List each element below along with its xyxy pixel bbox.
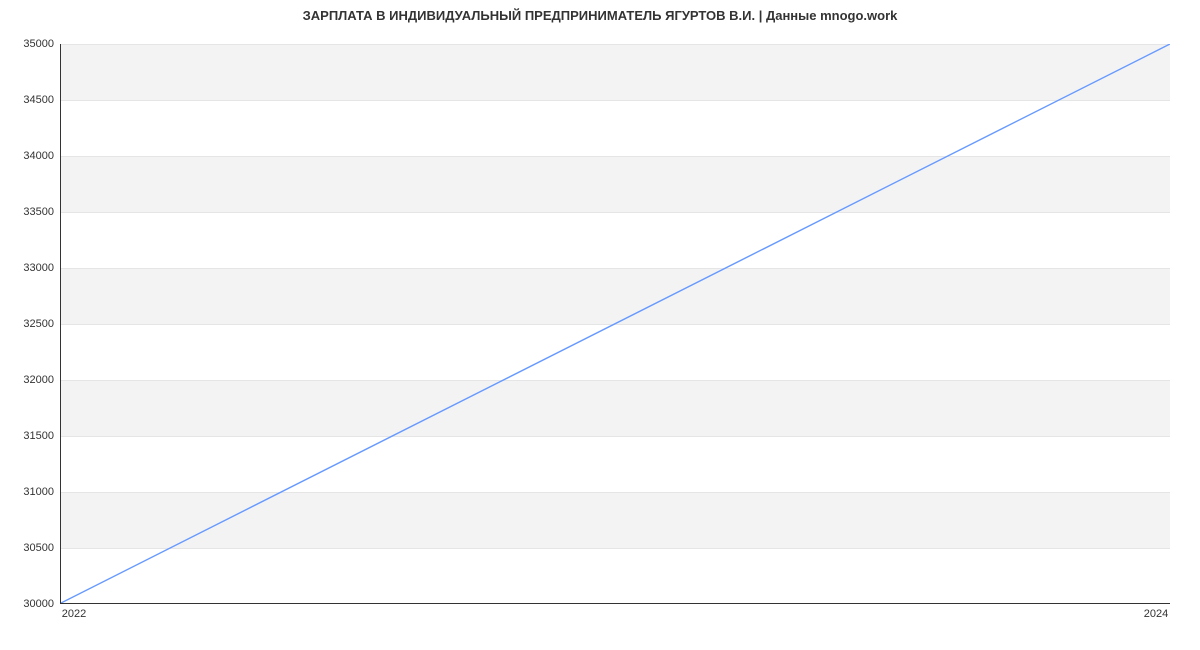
y-tick-label: 35000: [4, 38, 54, 50]
x-tick-label: 2022: [62, 608, 86, 620]
x-tick-label: 2024: [1144, 608, 1168, 620]
y-tick-label: 31000: [4, 486, 54, 498]
y-tick-label: 34000: [4, 150, 54, 162]
y-tick-label: 33500: [4, 206, 54, 218]
y-tick-label: 32000: [4, 374, 54, 386]
chart-container: ЗАРПЛАТА В ИНДИВИДУАЛЬНЫЙ ПРЕДПРИНИМАТЕЛ…: [0, 0, 1200, 650]
y-tick-label: 34500: [4, 94, 54, 106]
y-tick-label: 31500: [4, 430, 54, 442]
y-tick-label: 33000: [4, 262, 54, 274]
chart-title: ЗАРПЛАТА В ИНДИВИДУАЛЬНЫЙ ПРЕДПРИНИМАТЕЛ…: [0, 8, 1200, 23]
series-line: [61, 44, 1170, 603]
y-tick-label: 30500: [4, 542, 54, 554]
line-layer: [61, 44, 1170, 603]
y-tick-label: 32500: [4, 318, 54, 330]
plot-area: [60, 44, 1170, 604]
y-tick-label: 30000: [4, 598, 54, 610]
